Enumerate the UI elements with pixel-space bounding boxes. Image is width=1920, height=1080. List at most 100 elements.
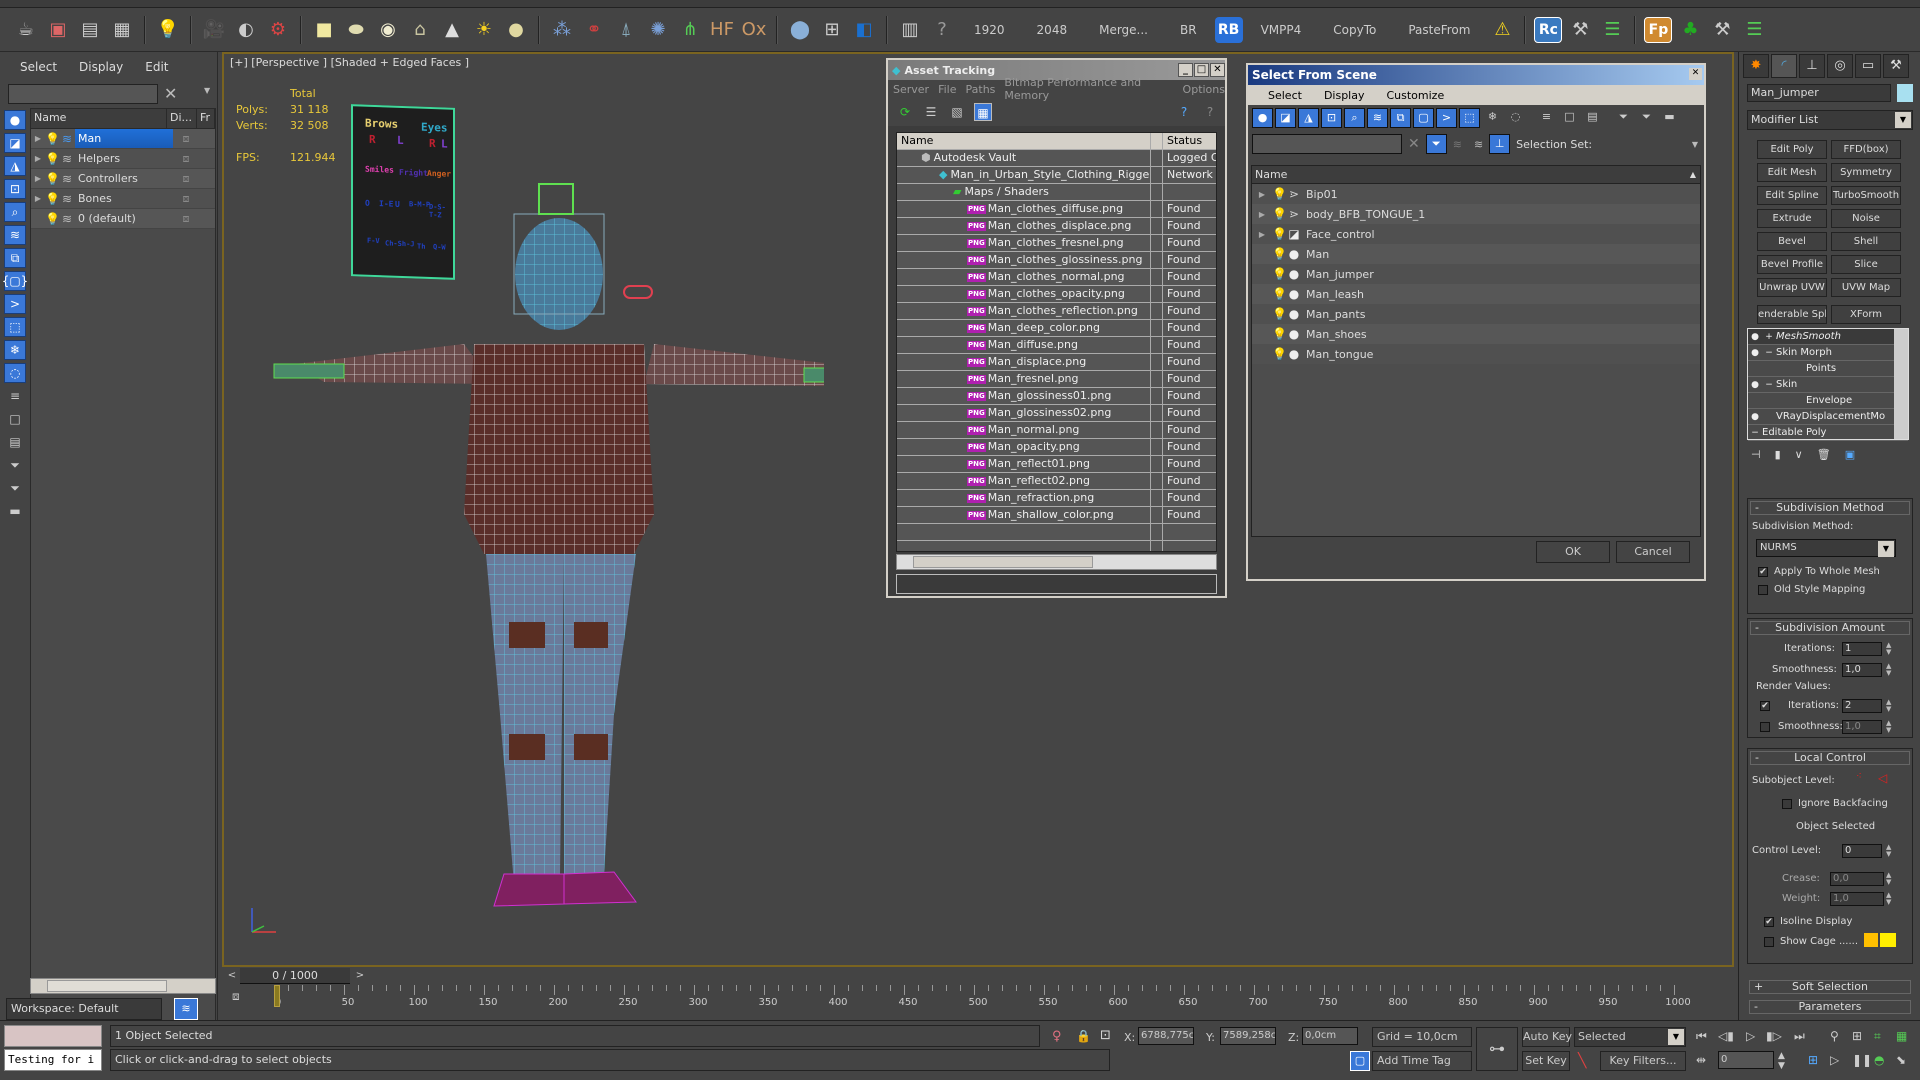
key-filters-button[interactable]: Key Filters...: [1600, 1051, 1686, 1071]
modifier-stack-item[interactable]: ● − Skin Morph: [1748, 345, 1908, 361]
asset-row[interactable]: PNG Man_shallow_color.png Found: [897, 507, 1216, 524]
expand-arrow-icon[interactable]: ▶: [31, 174, 45, 183]
modifier-button[interactable]: Symmetry: [1831, 163, 1901, 182]
groups-filter-icon[interactable]: ⧉: [4, 248, 26, 268]
spinner-arrows-icon[interactable]: ▲ ▼: [1886, 872, 1894, 886]
time-slider[interactable]: < 0 / 1000 >: [222, 968, 1734, 984]
asset-row[interactable]: PNG Man_refraction.png Found: [897, 490, 1216, 507]
show-end-result-icon[interactable]: ▮: [1775, 448, 1781, 461]
explorer-icon[interactable]: ▥: [896, 16, 924, 44]
sun-icon[interactable]: ☀: [470, 16, 498, 44]
close-button[interactable]: ✕: [1689, 68, 1702, 80]
object-name-field[interactable]: Man_jumper: [1747, 84, 1891, 102]
layer-explorer-toggle-icon[interactable]: ≋: [174, 998, 198, 1020]
hidden-filter-icon[interactable]: ◌: [4, 363, 26, 383]
expand-arrow-icon[interactable]: ▶: [1252, 190, 1272, 199]
light-icon[interactable]: 💡: [154, 16, 182, 44]
display-toggle-icon[interactable]: ⧈: [173, 132, 199, 146]
filter-options-icon[interactable]: ⏷: [1636, 108, 1657, 128]
help-icon[interactable]: ?: [1175, 103, 1193, 121]
layer-name[interactable]: Controllers: [75, 169, 173, 188]
key-mode-toggle-icon[interactable]: ⇹: [1696, 1053, 1706, 1067]
select-none-icon[interactable]: □: [1559, 108, 1580, 128]
scene-object-list-header[interactable]: Name ▲: [1252, 166, 1700, 184]
thumbnail-view-icon[interactable]: ▧: [948, 103, 966, 121]
groups-filter-icon[interactable]: ⧉: [1390, 108, 1411, 128]
spinner-arrows-icon[interactable]: ▲ ▼: [1886, 844, 1894, 858]
modifier-button[interactable]: Unwrap UVW: [1757, 278, 1827, 297]
expand-arrow-icon[interactable]: ▶: [31, 154, 45, 163]
visibility-bulb-icon[interactable]: 💡: [1272, 227, 1287, 241]
layer-name[interactable]: 0 (default): [75, 209, 173, 228]
menu-file[interactable]: File: [938, 83, 956, 96]
list-panel-icon[interactable]: ☰: [1598, 16, 1626, 44]
display-tab-icon[interactable]: ▭: [1855, 54, 1881, 78]
visibility-bulb-icon[interactable]: 💡: [1272, 267, 1287, 281]
forest-icon[interactable]: ♣: [1676, 16, 1704, 44]
modifier-button[interactable]: FFD(box): [1831, 140, 1901, 159]
y-coordinate-field[interactable]: 7589,258cı: [1220, 1027, 1276, 1045]
asset-row[interactable]: PNG Man_clothes_reflection.png Found: [897, 303, 1216, 320]
old-style-mapping-checkbox[interactable]: [1758, 585, 1768, 595]
render-frame-icon[interactable]: ▣: [44, 16, 72, 44]
table-view-icon[interactable]: ▦: [974, 103, 992, 121]
rc-button[interactable]: Rc: [1534, 16, 1563, 43]
menu-display[interactable]: Display: [79, 60, 123, 74]
asset-row[interactable]: PNG Man_glossiness01.png Found: [897, 388, 1216, 405]
asset-row[interactable]: PNG Man_clothes_glossiness.png Found: [897, 252, 1216, 269]
bones-filter-icon[interactable]: >: [4, 294, 26, 314]
ignore-backfacing-checkbox[interactable]: [1782, 799, 1792, 809]
spinner-arrows-icon[interactable]: ▲ ▼: [1886, 699, 1894, 713]
molecule-icon[interactable]: ⚭: [580, 16, 608, 44]
column-freeze[interactable]: Fr: [197, 109, 215, 128]
material-sphere-icon[interactable]: ◧: [850, 16, 878, 44]
time-configuration-icon[interactable]: ⊞: [1808, 1053, 1818, 1067]
zoom-extents-icon[interactable]: ⌗: [1874, 1029, 1881, 1044]
stack-expand-icon[interactable]: −: [1748, 428, 1762, 438]
asset-row[interactable]: ◆ Man_in_Urban_Style_Clothing_Rigge... Net…: [897, 167, 1216, 184]
list-view-icon[interactable]: ☰: [922, 103, 940, 121]
configure-sets-icon[interactable]: ▣: [1845, 448, 1855, 461]
maximize-viewport-icon[interactable]: ⬊: [1896, 1053, 1906, 1067]
pastefrom-button[interactable]: PasteFrom: [1394, 16, 1484, 44]
asset-row[interactable]: PNG Man_clothes_normal.png Found: [897, 269, 1216, 286]
hair-fur-icon[interactable]: HF: [708, 16, 736, 44]
menu-select[interactable]: Select: [20, 60, 57, 74]
layer-tree-hscrollbar[interactable]: [30, 978, 216, 994]
clear-search-icon[interactable]: ✕: [164, 84, 177, 103]
modifier-stack-scrollbar[interactable]: [1894, 329, 1908, 439]
warning-icon[interactable]: ⚠: [1488, 16, 1516, 44]
make-unique-icon[interactable]: ∨: [1795, 448, 1803, 461]
modifier-enabled-icon[interactable]: ●: [1748, 332, 1762, 342]
filter-icon[interactable]: ⏷: [1613, 108, 1634, 128]
next-frame-icon[interactable]: >: [352, 968, 368, 984]
zoom-all-icon[interactable]: ⊞: [1852, 1029, 1862, 1043]
scene-explorer-icon[interactable]: ⊞: [818, 16, 846, 44]
adaptive-degradation-icon[interactable]: ▢: [1350, 1051, 1370, 1071]
sphere-material-icon[interactable]: ⬤: [786, 16, 814, 44]
lights-filter-icon[interactable]: ◮: [1298, 108, 1319, 128]
layer-row[interactable]: 💡 ≋ 0 (default) ⧈: [31, 209, 215, 229]
filter-options-icon[interactable]: ⏷: [4, 478, 26, 498]
display-options-icon[interactable]: ▬: [1659, 108, 1680, 128]
geometry-filter-icon[interactable]: ●: [4, 110, 26, 130]
stack-expand-icon[interactable]: −: [1762, 348, 1776, 358]
visibility-bulb-icon[interactable]: 💡: [1272, 247, 1287, 261]
layer-name[interactable]: Man: [75, 129, 173, 148]
fp-button[interactable]: Fp: [1644, 16, 1673, 43]
cage-color-2-swatch[interactable]: [1880, 933, 1896, 947]
layer-name[interactable]: Bones: [75, 189, 173, 208]
field-of-view-icon[interactable]: ▷: [1830, 1053, 1839, 1067]
res-2048-button[interactable]: 2048: [1023, 16, 1082, 44]
zoom-extents-all-icon[interactable]: ▦: [1896, 1029, 1907, 1043]
menu-options[interactable]: Options: [1183, 83, 1225, 96]
previous-key-icon[interactable]: ◁▮: [1718, 1029, 1734, 1043]
expand-arrow-icon[interactable]: ▶: [1252, 230, 1272, 239]
modifier-button[interactable]: Extrude: [1757, 209, 1827, 228]
scene-object-row[interactable]: 💡 ● Man_leash: [1252, 284, 1700, 304]
visibility-bulb-icon[interactable]: 💡: [1272, 347, 1287, 361]
menu-edit[interactable]: Edit: [145, 60, 168, 74]
column-name[interactable]: Name: [897, 133, 1151, 149]
edge-subobject-icon[interactable]: ◁: [1878, 771, 1887, 785]
hidden-filter-icon[interactable]: ◌: [1505, 108, 1526, 128]
